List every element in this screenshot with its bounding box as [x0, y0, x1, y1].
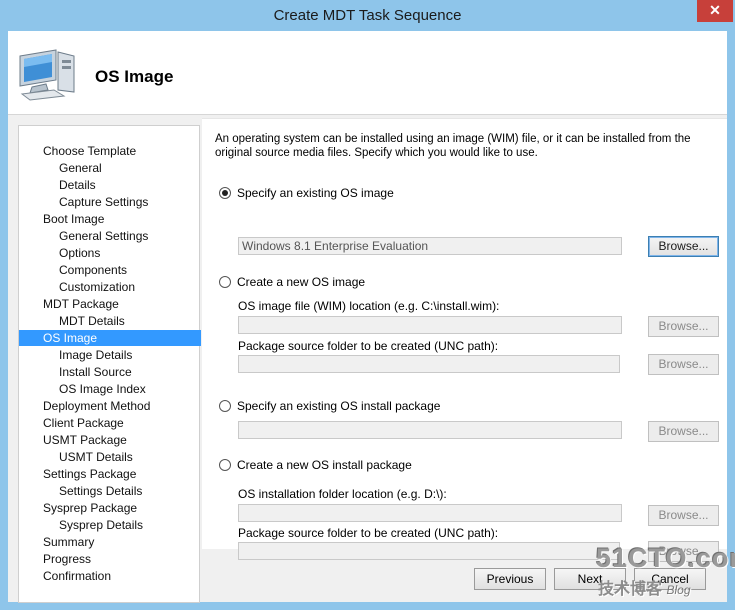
- watermark: 51CTO.com 技术博客 Blog: [596, 543, 735, 601]
- watermark-sub: 技术博客 Blog: [598, 575, 691, 599]
- watermark-main: 51CTO.com: [596, 543, 735, 573]
- image-package-source-label: Package source folder to be created (UNC…: [238, 339, 499, 353]
- nav-item-confirmation[interactable]: Confirmation: [19, 568, 111, 584]
- wizard-header: OS Image: [8, 31, 727, 115]
- nav-item-install-source[interactable]: Install Source: [19, 364, 132, 380]
- new-package-radio[interactable]: [219, 459, 231, 471]
- new-image-label[interactable]: Create a new OS image: [237, 275, 365, 289]
- page-title: OS Image: [95, 67, 174, 86]
- radio-selected-dot: [222, 190, 228, 196]
- previous-button[interactable]: Previous: [474, 568, 546, 590]
- nav-item-components[interactable]: Components: [19, 262, 127, 278]
- new-image-radio[interactable]: [219, 276, 231, 288]
- watermark-blog: Blog: [666, 583, 691, 597]
- wim-location-label: OS image file (WIM) location (e.g. C:\in…: [238, 299, 500, 313]
- image-package-source-field[interactable]: [238, 355, 620, 373]
- nav-item-usmt-details[interactable]: USMT Details: [19, 449, 133, 465]
- close-button[interactable]: ✕: [697, 0, 733, 22]
- nav-item-summary[interactable]: Summary: [19, 534, 94, 550]
- window-title: Create MDT Task Sequence: [273, 7, 462, 24]
- title-bar[interactable]: Create MDT Task Sequence ✕: [0, 0, 735, 31]
- install-folder-browse-button[interactable]: Browse...: [648, 505, 719, 526]
- existing-package-label[interactable]: Specify an existing OS install package: [237, 399, 440, 413]
- nav-item-deployment-method[interactable]: Deployment Method: [19, 398, 150, 414]
- nav-item-os-image[interactable]: OS Image: [19, 330, 201, 346]
- existing-image-browse-button[interactable]: Browse...: [648, 236, 719, 257]
- create-mdt-task-sequence-window: Create MDT Task Sequence ✕ OS Image Choo…: [0, 0, 735, 610]
- nav-item-usmt-package[interactable]: USMT Package: [19, 432, 127, 448]
- existing-image-field[interactable]: Windows 8.1 Enterprise Evaluation: [238, 237, 622, 255]
- wizard-step-list[interactable]: Choose Template General Details Capture Set…: [18, 125, 201, 603]
- nav-item-boot-image[interactable]: Boot Image: [19, 211, 104, 227]
- wim-browse-button[interactable]: Browse...: [648, 316, 719, 337]
- nav-item-choose-template[interactable]: Choose Template: [19, 143, 136, 159]
- existing-package-radio[interactable]: [219, 400, 231, 412]
- existing-image-label[interactable]: Specify an existing OS image: [237, 186, 394, 200]
- nav-item-settings-package[interactable]: Settings Package: [19, 466, 136, 482]
- nav-item-mdt-package[interactable]: MDT Package: [19, 296, 119, 312]
- wim-location-field[interactable]: [238, 316, 622, 334]
- nav-item-customization[interactable]: Customization: [19, 279, 135, 295]
- install-folder-field[interactable]: [238, 504, 622, 522]
- nav-item-general-settings[interactable]: General Settings: [19, 228, 148, 244]
- nav-item-mdt-details[interactable]: MDT Details: [19, 313, 125, 329]
- nav-item-os-image-index[interactable]: OS Image Index: [19, 381, 146, 397]
- wizard-client-area: OS Image Choose Template General Details Ca…: [8, 31, 727, 603]
- nav-item-progress[interactable]: Progress: [19, 551, 91, 567]
- existing-package-field[interactable]: [238, 421, 622, 439]
- nav-item-sysprep-package[interactable]: Sysprep Package: [19, 500, 137, 516]
- nav-item-options[interactable]: Options: [19, 245, 100, 261]
- nav-item-client-package[interactable]: Client Package: [19, 415, 124, 431]
- computer-icon: [19, 49, 75, 101]
- os-image-page: An operating system can be installed usi…: [202, 118, 727, 562]
- nav-item-general[interactable]: General: [19, 160, 102, 176]
- install-package-source-label: Package source folder to be created (UNC…: [238, 526, 499, 540]
- nav-item-sysprep-details[interactable]: Sysprep Details: [19, 517, 143, 533]
- nav-item-settings-details[interactable]: Settings Details: [19, 483, 142, 499]
- nav-item-image-details[interactable]: Image Details: [19, 347, 132, 363]
- image-package-browse-button[interactable]: Browse...: [648, 354, 719, 375]
- watermark-sub-text: 技术博客: [598, 581, 663, 598]
- install-package-source-field[interactable]: [238, 542, 620, 560]
- install-folder-label: OS installation folder location (e.g. D:…: [238, 487, 447, 501]
- existing-image-radio[interactable]: [219, 187, 231, 199]
- nav-item-capture-settings[interactable]: Capture Settings: [19, 194, 148, 210]
- new-package-label[interactable]: Create a new OS install package: [237, 458, 412, 472]
- intro-text: An operating system can be installed usi…: [215, 133, 691, 159]
- close-icon: ✕: [709, 2, 721, 18]
- existing-package-browse-button[interactable]: Browse...: [648, 421, 719, 442]
- nav-item-details[interactable]: Details: [19, 177, 96, 193]
